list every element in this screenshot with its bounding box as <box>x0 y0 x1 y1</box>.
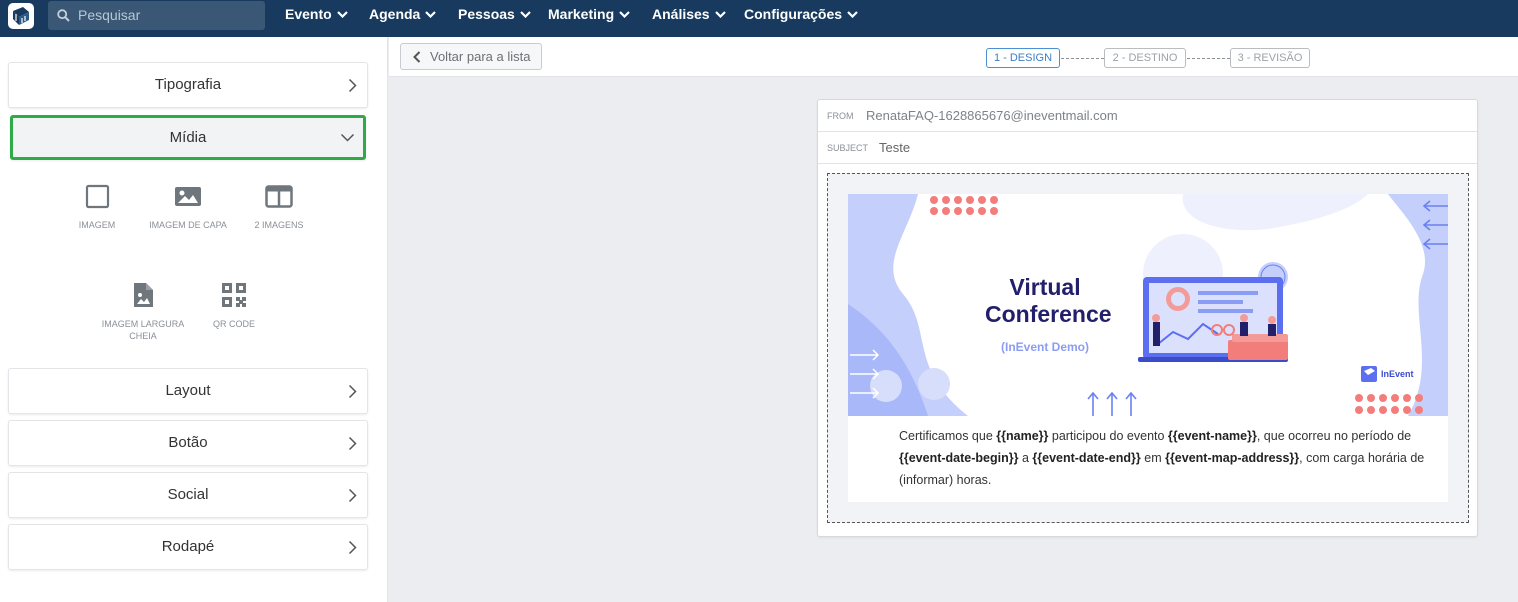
banner-title-line-2: Conference <box>985 301 1112 327</box>
chevron-down-icon <box>520 11 531 18</box>
chevron-left-icon <box>413 51 421 63</box>
section-midia[interactable]: Mídia <box>10 115 366 160</box>
media-2-imagens[interactable]: 2 IMAGENS <box>233 184 325 231</box>
step-destino-label: 2 - DESTINO <box>1112 52 1178 64</box>
subject-key: SUBJECT <box>827 143 869 153</box>
from-row: FROM RenataFAQ-1628865676@ineventmail.co… <box>818 100 1477 132</box>
nav-analises[interactable]: Análises <box>652 0 726 30</box>
email-canvas[interactable]: Virtual Conference (InEvent Demo) InEven… <box>827 173 1469 523</box>
search-box[interactable] <box>48 1 265 30</box>
certificate-line-2: {{event-date-begin}} a {{event-date-end}… <box>899 447 1448 469</box>
step-revisao-label: 3 - REVISÃO <box>1237 52 1303 64</box>
tag-event-name: {{event-name}} <box>1167 429 1257 443</box>
step-design[interactable]: 1 - DESIGN <box>986 48 1060 68</box>
nav-configuracoes[interactable]: Configurações <box>744 0 858 30</box>
nav-marketing-label: Marketing <box>548 6 615 22</box>
cert-text: participou do evento <box>1048 429 1168 443</box>
tag-name: {{name}} <box>996 429 1049 443</box>
nav-pessoas-label: Pessoas <box>458 6 515 22</box>
cert-text: , com carga horária de <box>1299 451 1425 465</box>
section-social[interactable]: Social <box>8 472 368 518</box>
media-imagem-de-capa-label: IMAGEM DE CAPA <box>149 220 227 230</box>
certificate-text-block[interactable]: Certificamos que {{name}} participou do … <box>848 416 1448 502</box>
media-imagem-largura-cheia-label-1: IMAGEM LARGURA <box>101 319 185 329</box>
media-qr-code-label: QR CODE <box>212 319 255 329</box>
banner-subtitle: (InEvent Demo) <box>1000 340 1089 354</box>
certificate-line-3: (informar) horas. <box>899 473 992 487</box>
section-midia-label: Mídia <box>169 129 207 146</box>
section-layout[interactable]: Layout <box>8 368 368 414</box>
chevron-down-icon <box>336 11 348 18</box>
cert-text: Certificamos que <box>899 429 997 443</box>
step-connector <box>1187 58 1230 59</box>
nav-pessoas[interactable]: Pessoas <box>458 0 531 30</box>
cert-text: , que ocorreu no período de <box>1256 429 1412 443</box>
qr-code-icon <box>222 283 246 307</box>
media-imagem-label: IMAGEM <box>78 220 116 230</box>
section-social-label: Social <box>167 486 209 503</box>
chevron-down-icon <box>847 11 858 18</box>
banner-image[interactable]: Virtual Conference (InEvent Demo) InEven… <box>848 194 1448 416</box>
nav-analises-label: Análises <box>652 6 710 22</box>
cert-text: a <box>1018 451 1033 465</box>
subject-value[interactable]: Teste <box>879 140 910 155</box>
back-to-list-button[interactable]: Voltar para a lista <box>400 43 542 70</box>
image-file-icon <box>134 283 153 307</box>
two-columns-icon <box>265 185 293 208</box>
media-imagem-de-capa[interactable]: IMAGEM DE CAPA <box>142 184 234 231</box>
step-design-label: 1 - DESIGN <box>993 52 1053 64</box>
section-rodape[interactable]: Rodapé <box>8 524 368 570</box>
subject-row: SUBJECT Teste <box>818 132 1477 164</box>
section-layout-label: Layout <box>165 382 211 399</box>
chevron-right-icon <box>348 384 357 399</box>
step-destino[interactable]: 2 - DESTINO <box>1104 48 1186 68</box>
chevron-down-icon <box>714 11 726 18</box>
media-imagem[interactable]: IMAGEM <box>51 184 143 231</box>
chevron-down-icon <box>425 11 437 18</box>
chevron-right-icon <box>348 540 357 555</box>
nav-agenda[interactable]: Agenda <box>369 0 437 30</box>
nav-configuracoes-label: Configurações <box>744 6 843 22</box>
media-imagem-largura-cheia-label-2: CHEIA <box>129 331 157 341</box>
section-tipografia[interactable]: Tipografia <box>8 62 368 108</box>
step-revisao[interactable]: 3 - REVISÃO <box>1230 48 1310 68</box>
chevron-right-icon <box>348 78 357 93</box>
back-to-list-label: Voltar para a lista <box>430 49 531 64</box>
from-value[interactable]: RenataFAQ-1628865676@ineventmail.com <box>866 108 1118 123</box>
section-tipografia-label: Tipografia <box>154 76 222 93</box>
banner-brand: InEvent <box>1381 369 1414 379</box>
tag-event-date-end: {{event-date-end}} <box>1032 451 1141 465</box>
chevron-right-icon <box>348 436 357 451</box>
chevron-down-icon <box>340 133 355 142</box>
nav-evento-label: Evento <box>285 6 332 22</box>
nav-evento[interactable]: Evento <box>285 0 348 30</box>
inevent-logo-icon[interactable] <box>8 3 34 29</box>
tag-event-date-begin: {{event-date-begin}} <box>899 451 1019 465</box>
cover-image-icon <box>175 187 201 206</box>
email-preview: FROM RenataFAQ-1628865676@ineventmail.co… <box>817 99 1478 537</box>
top-navigation-bar: Evento Agenda Pessoas Marketing Análises… <box>0 0 1518 37</box>
section-botao-label: Botão <box>168 434 208 451</box>
editor-toolbar: Voltar para a lista 1 - DESIGN 2 - DESTI… <box>389 37 1518 77</box>
step-connector <box>1061 58 1104 59</box>
chevron-down-icon <box>619 11 630 18</box>
media-imagem-largura-cheia[interactable]: IMAGEM LARGURA CHEIA <box>97 282 189 342</box>
search-icon <box>57 9 70 22</box>
section-rodape-label: Rodapé <box>161 538 215 555</box>
certificate-line-1: Certificamos que {{name}} participou do … <box>899 425 1448 447</box>
tag-event-map-address: {{event-map-address}} <box>1165 451 1300 465</box>
media-2-imagens-label: 2 IMAGENS <box>254 220 304 230</box>
nav-agenda-label: Agenda <box>369 6 421 22</box>
virtual-conference-illustration <box>848 194 1448 416</box>
from-key: FROM <box>827 111 854 121</box>
banner-title-line-1: Virtual <box>1009 274 1081 300</box>
nav-marketing[interactable]: Marketing <box>548 0 630 30</box>
section-botao[interactable]: Botão <box>8 420 368 466</box>
media-qr-code[interactable]: QR CODE <box>188 282 280 330</box>
search-input[interactable] <box>78 4 258 26</box>
sidebar: Tipografia Mídia IMAGEM IMAGEM DE CAPA 2… <box>0 37 388 602</box>
cert-text: em <box>1140 451 1166 465</box>
image-square-icon <box>85 184 109 209</box>
chevron-right-icon <box>348 488 357 503</box>
